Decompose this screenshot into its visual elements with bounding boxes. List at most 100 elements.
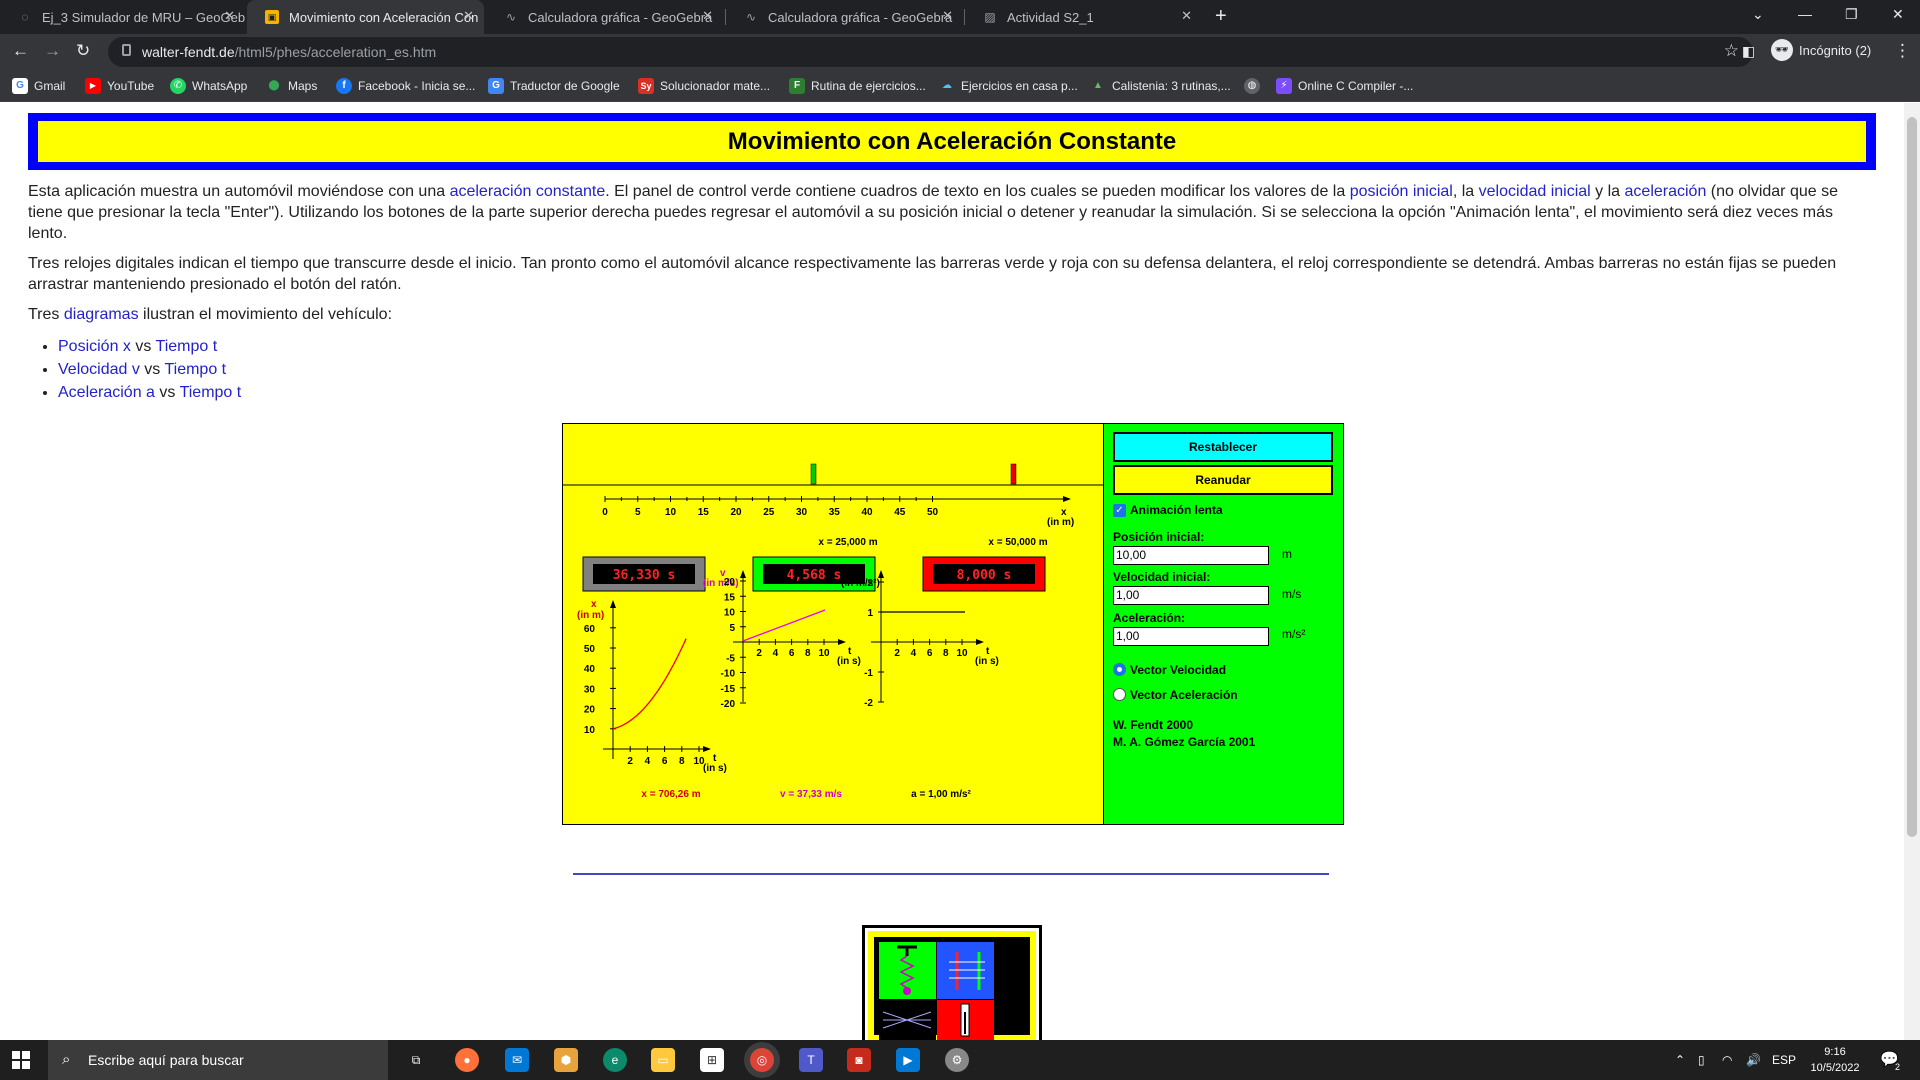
- tab-search-chevron-icon[interactable]: ⌄: [1752, 6, 1764, 23]
- minimize-button[interactable]: —: [1798, 6, 1812, 22]
- link-tiempo-t[interactable]: Tiempo t: [164, 361, 226, 378]
- incognito-profile-button[interactable]: 🕶 Incógnito (2): [1771, 39, 1871, 61]
- tab-actividad-s2-1[interactable]: ▨ Actividad S2_1 ✕: [965, 0, 1202, 34]
- y-tick-label: 20: [584, 705, 596, 716]
- whatsapp-icon: ✆: [170, 78, 186, 94]
- initial-velocity-input[interactable]: 1,00: [1113, 586, 1269, 605]
- close-icon[interactable]: ✕: [942, 8, 953, 24]
- link-aceleracion-constante[interactable]: aceleración constante: [450, 183, 606, 200]
- wifi-icon[interactable]: ◠: [1722, 1040, 1732, 1080]
- resume-button[interactable]: Reanudar: [1113, 465, 1333, 495]
- link-velocidad-v[interactable]: Velocidad v: [58, 361, 140, 378]
- edge-icon[interactable]: e: [603, 1048, 627, 1072]
- green-barrier[interactable]: [810, 463, 817, 485]
- link-velocidad-inicial[interactable]: velocidad inicial: [1479, 183, 1591, 200]
- close-icon[interactable]: ✕: [224, 8, 235, 24]
- reload-icon[interactable]: ↻: [76, 41, 90, 61]
- file-explorer-icon[interactable]: ▭: [651, 1048, 675, 1072]
- tab-calculadora-grafica-1[interactable]: ∿ Calculadora gráfica - GeoGebra ✕: [486, 0, 723, 34]
- bookmark-traductor[interactable]: G Traductor de Google: [488, 78, 620, 94]
- media-player-icon[interactable]: ▶: [896, 1048, 920, 1072]
- link-aceleracion-a[interactable]: Aceleración a: [58, 384, 155, 401]
- restore-button[interactable]: ❐: [1845, 6, 1858, 23]
- bookmark-whatsapp[interactable]: ✆ WhatsApp: [170, 78, 247, 94]
- scrollbar-thumb[interactable]: [1907, 117, 1917, 837]
- bookmark-youtube[interactable]: ▶ YouTube: [85, 78, 154, 94]
- language-indicator[interactable]: ESP: [1772, 1040, 1796, 1080]
- link-aceleracion[interactable]: aceleración: [1625, 183, 1707, 200]
- taskbar-search-box[interactable]: ⌕ Escribe aquí para buscar: [48, 1040, 388, 1080]
- velocity-vector-radio[interactable]: [1113, 663, 1126, 676]
- tab-movimiento-aceleracion[interactable]: ▣ Movimiento con Aceleración Con ✕: [247, 0, 484, 34]
- battery-icon[interactable]: ▯: [1698, 1040, 1705, 1080]
- y-tick-label: 40: [584, 664, 596, 675]
- acceleration-unit: m/s²: [1282, 627, 1306, 641]
- bookmark-facebook[interactable]: f Facebook - Inicia se...: [336, 78, 475, 94]
- chrome-icon[interactable]: ◎: [750, 1048, 774, 1072]
- side-panel-icon[interactable]: ◧: [1742, 43, 1755, 60]
- new-tab-button[interactable]: +: [1215, 5, 1227, 28]
- back-arrow-icon[interactable]: ←: [12, 41, 29, 61]
- 3d-viewer-icon[interactable]: ⬢: [554, 1048, 578, 1072]
- camera-app-icon[interactable]: ◙: [847, 1048, 871, 1072]
- y-tick-label: 15: [724, 592, 736, 603]
- bookmark-star-icon[interactable]: ☆: [1724, 41, 1739, 61]
- teams-icon[interactable]: T: [799, 1048, 823, 1072]
- acceleration-vector-radio[interactable]: [1113, 688, 1126, 701]
- bookmark-gmail[interactable]: G Gmail: [12, 78, 65, 94]
- bookmark-online-c-compiler[interactable]: ⚡ Online C Compiler -...: [1276, 78, 1413, 94]
- axis-tick-label: 20: [730, 507, 742, 518]
- search-icon: ⌕: [62, 1051, 71, 1068]
- initial-position-input[interactable]: 10,00: [1113, 546, 1269, 565]
- address-bar[interactable]: walter-fendt.de/html5/phes/acceleration_…: [108, 37, 1753, 67]
- windows-start-icon[interactable]: [12, 1051, 30, 1069]
- credit-author: W. Fendt 2000: [1113, 718, 1194, 732]
- firefox-icon[interactable]: ●: [455, 1048, 479, 1072]
- link-tiempo-t[interactable]: Tiempo t: [156, 338, 218, 355]
- close-icon[interactable]: ✕: [702, 8, 713, 24]
- red-barrier[interactable]: [1010, 463, 1017, 485]
- settings-app-icon[interactable]: ⚙: [945, 1048, 969, 1072]
- tab-calculadora-grafica-2[interactable]: ∿ Calculadora gráfica - GeoGebra ✕: [726, 0, 963, 34]
- mail-icon[interactable]: ✉: [505, 1048, 529, 1072]
- page-scrollbar[interactable]: [1904, 103, 1920, 1040]
- link-posicion-inicial[interactable]: posición inicial: [1350, 183, 1453, 200]
- bookmark-maps[interactable]: ⬤ Maps: [266, 78, 317, 94]
- close-icon[interactable]: ✕: [1181, 8, 1192, 24]
- slow-animation-checkbox[interactable]: ✓: [1113, 504, 1126, 517]
- bookmark-rutina[interactable]: F Rutina de ejercicios...: [789, 78, 926, 94]
- bookmark-calistenia[interactable]: ▲ Calistenia: 3 rutinas,...: [1090, 78, 1231, 94]
- link-diagramas[interactable]: diagramas: [64, 306, 139, 323]
- velocity-readout: v = 37,33 m/s: [780, 789, 842, 800]
- notification-center-icon[interactable]: 💬: [1880, 1040, 1899, 1080]
- simulation-applet: 0 5 10 15 20 25 30 35 40 45 50 x (in m) x = 25,000…: [562, 423, 1344, 825]
- x-tick-label: 10: [818, 648, 830, 659]
- x-tick-label: 2: [627, 756, 633, 767]
- url-domain: walter-fendt.de: [142, 44, 235, 60]
- task-view-icon[interactable]: ⧉: [404, 1048, 428, 1072]
- menu-kebab-icon[interactable]: ⋮: [1894, 41, 1911, 61]
- link-posicion-x[interactable]: Posición x: [58, 338, 131, 355]
- incognito-icon: 🕶: [1771, 39, 1793, 61]
- shoe-icon: ▲: [1093, 80, 1103, 91]
- tab-ej3-simulador[interactable]: ◌ Ej_3 Simulador de MRU – GeoGebra ✕: [0, 0, 245, 34]
- x-tick-label: 2: [756, 648, 762, 659]
- forward-arrow-icon[interactable]: →: [44, 41, 61, 61]
- x-tick-label: 8: [943, 648, 949, 659]
- site-logo-link[interactable]: [862, 925, 1042, 1040]
- window-close-button[interactable]: ✕: [1892, 6, 1904, 23]
- browser-toolbar: ← → ↻ walter-fendt.de/html5/phes/acceler…: [0, 34, 1920, 70]
- store-icon[interactable]: ⊞: [700, 1048, 724, 1072]
- bookmark-ejercicios[interactable]: ☁ Ejercicios en casa p...: [939, 78, 1078, 94]
- link-tiempo-t[interactable]: Tiempo t: [180, 384, 242, 401]
- bookmark-globe[interactable]: ◍: [1244, 78, 1260, 94]
- acceleration-vector-label: Vector Aceleración: [1130, 688, 1238, 702]
- reset-button[interactable]: Restablecer: [1113, 432, 1333, 462]
- clock-red: 8,000 s: [957, 568, 1012, 583]
- bookmark-solucionador[interactable]: Sy Solucionador mate...: [638, 78, 770, 94]
- volume-icon[interactable]: 🔊: [1746, 1040, 1761, 1080]
- taskbar-clock[interactable]: 9:16 10/5/2022: [1800, 1044, 1870, 1076]
- show-hidden-icons-chevron[interactable]: ⌃: [1675, 1040, 1685, 1080]
- acceleration-input[interactable]: 1,00: [1113, 627, 1269, 646]
- close-icon[interactable]: ✕: [463, 8, 474, 24]
